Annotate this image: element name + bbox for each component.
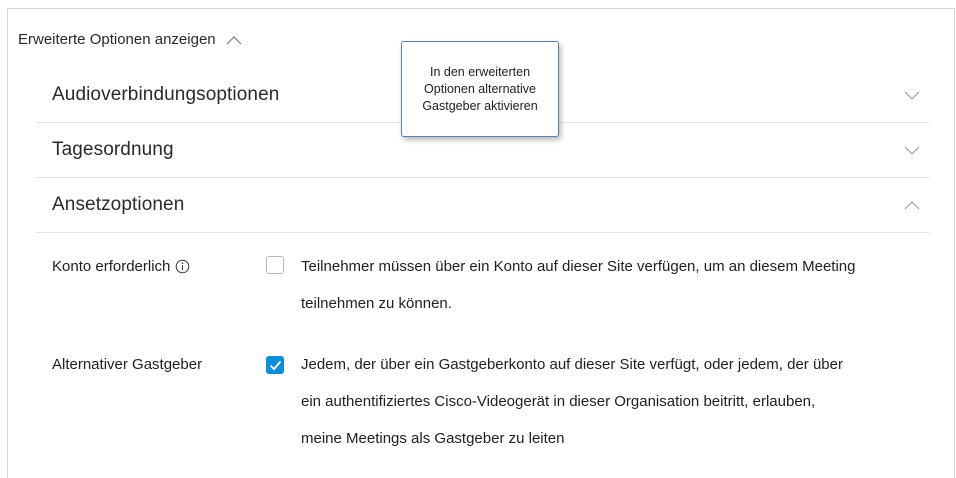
checkmark-icon [269,360,282,371]
annotation-callout: In den erweiterten Optionen alternative … [401,41,559,137]
chevron-down-icon [904,91,920,100]
account-required-description: Teilnehmer müssen über ein Konto auf die… [301,248,931,322]
alternate-host-label: Alternativer Gastgeber [52,356,202,373]
description-line: teilnehmen zu können. [301,295,452,312]
info-icon[interactable] [175,259,190,274]
section-title: Ansetzoptionen [52,194,185,215]
description-line: ein authentifiziertes Cisco-Videogerät i… [301,393,816,410]
alternate-host-description: Jedem, der über ein Gastgeberkonto auf d… [301,346,931,457]
show-advanced-options-label: Erweiterte Optionen anzeigen [18,31,216,48]
section-scheduling-options[interactable]: Ansetzoptionen [36,178,930,233]
show-advanced-options-toggle[interactable]: Erweiterte Optionen anzeigen [18,31,243,48]
account-required-label-text: Konto erforderlich [52,258,171,275]
description-line: Teilnehmer müssen über ein Konto auf die… [301,258,856,275]
chevron-down-icon [904,146,920,155]
description-line: meine Meetings als Gastgeber zu leiten [301,430,565,447]
section-title: Audioverbindungsoptionen [52,84,280,105]
account-required-label: Konto erforderlich [52,258,190,275]
callout-line: Gastgeber aktivieren [422,99,538,113]
alternate-host-label-text: Alternativer Gastgeber [52,356,203,373]
callout-line: In den erweiterten [429,65,531,79]
account-required-checkbox[interactable] [266,256,284,274]
callout-line: Optionen alternative [424,82,536,96]
chevron-up-icon [226,35,242,44]
section-title: Tagesordnung [52,139,174,160]
description-line: Jedem, der über ein Gastgeberkonto auf d… [301,356,843,373]
chevron-up-icon [904,201,920,210]
alternate-host-checkbox[interactable] [266,356,284,374]
